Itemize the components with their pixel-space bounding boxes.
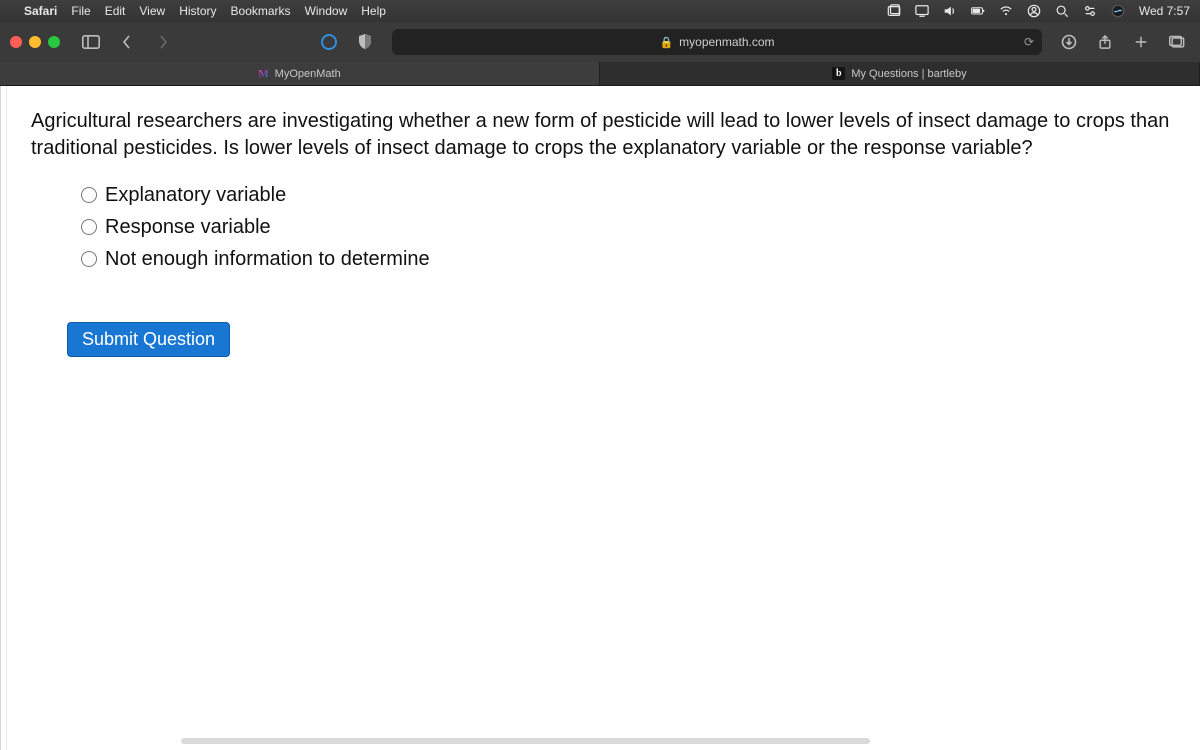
tracking-shield-icon[interactable] bbox=[352, 29, 378, 55]
window-fullscreen-button[interactable] bbox=[48, 36, 60, 48]
menu-view[interactable]: View bbox=[139, 4, 165, 18]
sidebar-toggle-button[interactable] bbox=[78, 29, 104, 55]
option-label: Response variable bbox=[105, 212, 271, 242]
privacy-report-icon[interactable] bbox=[316, 29, 342, 55]
horizontal-scrollbar[interactable] bbox=[181, 738, 870, 744]
option-response[interactable]: Response variable bbox=[81, 212, 1170, 242]
page-content: Agricultural researchers are investigati… bbox=[0, 86, 1200, 750]
browser-toolbar: 🔒 myopenmath.com ⟳ bbox=[0, 22, 1200, 62]
stage-manager-icon[interactable] bbox=[887, 4, 901, 18]
tab-bartleby[interactable]: b My Questions | bartleby bbox=[600, 62, 1200, 85]
option-not-enough-info-radio[interactable] bbox=[81, 251, 97, 267]
tab-label: My Questions | bartleby bbox=[851, 68, 966, 80]
menubar-clock[interactable]: Wed 7:57 bbox=[1139, 4, 1190, 18]
page-left-divider bbox=[1, 86, 7, 750]
menu-help[interactable]: Help bbox=[361, 4, 386, 18]
favicon-bartleby-icon: b bbox=[832, 67, 845, 80]
volume-icon[interactable] bbox=[943, 4, 957, 18]
menubar-app-name[interactable]: Safari bbox=[24, 4, 57, 18]
option-label: Not enough information to determine bbox=[105, 244, 430, 274]
siri-icon[interactable] bbox=[1111, 4, 1125, 18]
option-explanatory-radio[interactable] bbox=[81, 187, 97, 203]
window-minimize-button[interactable] bbox=[29, 36, 41, 48]
downloads-button[interactable] bbox=[1056, 29, 1082, 55]
menu-window[interactable]: Window bbox=[305, 4, 348, 18]
question-prompt: Agricultural researchers are investigati… bbox=[31, 108, 1170, 162]
menu-edit[interactable]: Edit bbox=[105, 4, 126, 18]
option-not-enough-info[interactable]: Not enough information to determine bbox=[81, 244, 1170, 274]
user-icon[interactable] bbox=[1027, 4, 1041, 18]
back-button[interactable] bbox=[114, 29, 140, 55]
lock-icon: 🔒 bbox=[659, 36, 673, 49]
menu-bookmarks[interactable]: Bookmarks bbox=[231, 4, 291, 18]
wifi-icon[interactable] bbox=[999, 4, 1013, 18]
tab-label: MyOpenMath bbox=[275, 68, 341, 80]
window-controls bbox=[10, 36, 60, 48]
url-host-text: myopenmath.com bbox=[679, 35, 774, 49]
reload-icon[interactable]: ⟳ bbox=[1024, 35, 1034, 49]
submit-question-button[interactable]: Submit Question bbox=[67, 322, 230, 357]
answer-options: Explanatory variable Response variable N… bbox=[81, 180, 1170, 274]
browser-tabstrip: M MyOpenMath b My Questions | bartleby bbox=[0, 62, 1200, 86]
spotlight-search-icon[interactable] bbox=[1055, 4, 1069, 18]
new-tab-button[interactable] bbox=[1128, 29, 1154, 55]
control-center-icon[interactable] bbox=[1083, 4, 1097, 18]
battery-icon[interactable] bbox=[971, 4, 985, 18]
option-response-radio[interactable] bbox=[81, 219, 97, 235]
macos-menubar: Safari File Edit View History Bookmarks … bbox=[0, 0, 1200, 22]
screen-mirroring-icon[interactable] bbox=[915, 4, 929, 18]
url-address-bar[interactable]: 🔒 myopenmath.com ⟳ bbox=[392, 29, 1042, 55]
option-label: Explanatory variable bbox=[105, 180, 286, 210]
tab-myopenmath[interactable]: M MyOpenMath bbox=[0, 62, 600, 85]
menu-history[interactable]: History bbox=[179, 4, 216, 18]
forward-button[interactable] bbox=[150, 29, 176, 55]
favicon-myopenmath-icon: M bbox=[258, 68, 268, 80]
window-close-button[interactable] bbox=[10, 36, 22, 48]
tab-overview-button[interactable] bbox=[1164, 29, 1190, 55]
menu-file[interactable]: File bbox=[71, 4, 90, 18]
option-explanatory[interactable]: Explanatory variable bbox=[81, 180, 1170, 210]
share-button[interactable] bbox=[1092, 29, 1118, 55]
